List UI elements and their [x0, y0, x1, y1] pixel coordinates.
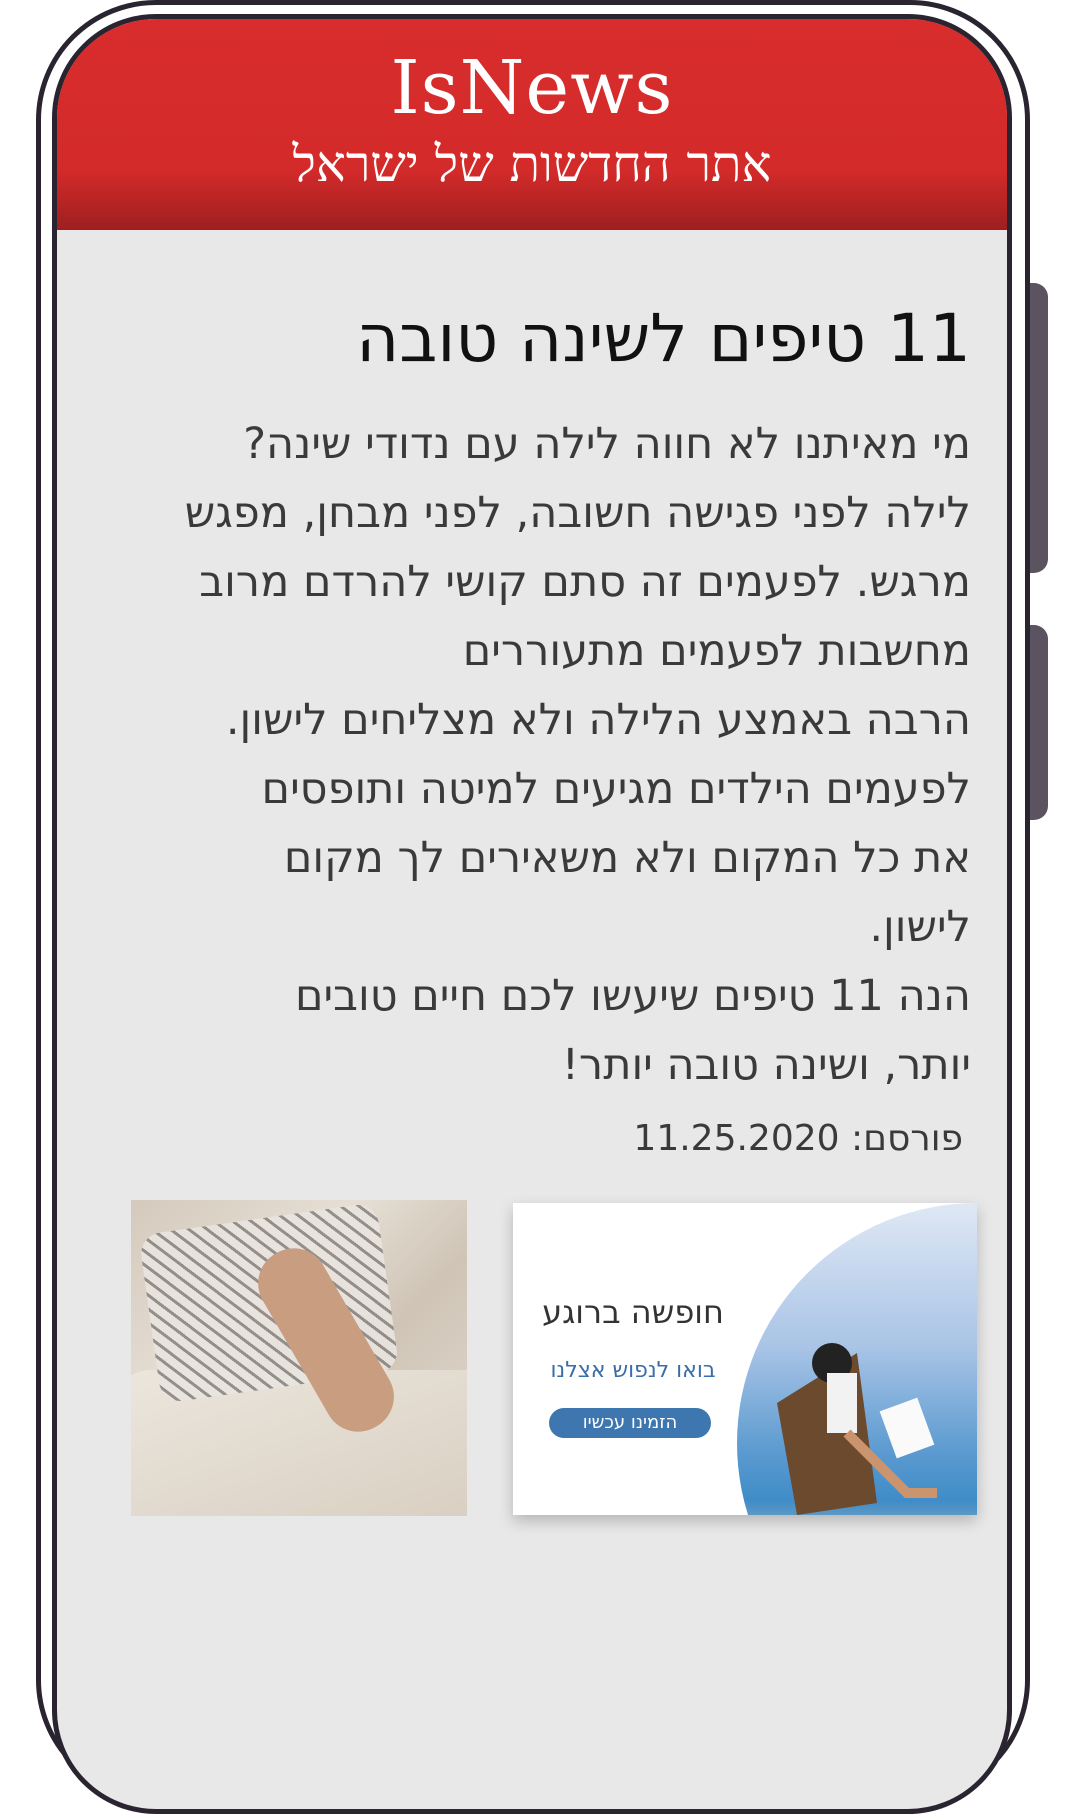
beach-photo: [737, 1203, 977, 1515]
published-date: פורסם: 11.25.2020: [633, 1118, 963, 1159]
site-logo[interactable]: IsNews: [57, 45, 1007, 131]
beach-chair-illustration: [777, 1343, 937, 1515]
book-now-button[interactable]: הזמינו עכשיו: [549, 1408, 711, 1438]
published-value: 11.25.2020: [633, 1118, 840, 1159]
article-body: מי מאיתנו לא חווה לילה עם נדודי שינה? לי…: [184, 419, 971, 1090]
article-title: 11 טיפים לשינה טובה: [356, 300, 971, 377]
sleeping-person-photo: [131, 1200, 467, 1516]
power-button: [1030, 625, 1048, 820]
ad-text-block: חופשה ברוגע בואו לנפוש אצלנו הזמינו עכשי…: [513, 1203, 753, 1515]
ad-subtitle[interactable]: בואו לנפוש אצלנו: [513, 1358, 753, 1383]
site-tagline: אתר החדשות של ישראל: [292, 135, 772, 193]
published-label: פורסם:: [851, 1118, 963, 1159]
article-content: 11 טיפים לשינה טובה מי מאיתנו לא חווה לי…: [57, 230, 1007, 1809]
ad-title: חופשה ברוגע: [542, 1293, 724, 1331]
volume-button: [1030, 283, 1048, 573]
phone-screen: IsNews אתר החדשות של ישראל 11 טיפים לשינ…: [52, 14, 1012, 1814]
site-header: IsNews אתר החדשות של ישראל: [57, 19, 1007, 230]
vacation-ad[interactable]: חופשה ברוגע בואו לנפוש אצלנו הזמינו עכשי…: [513, 1203, 977, 1515]
